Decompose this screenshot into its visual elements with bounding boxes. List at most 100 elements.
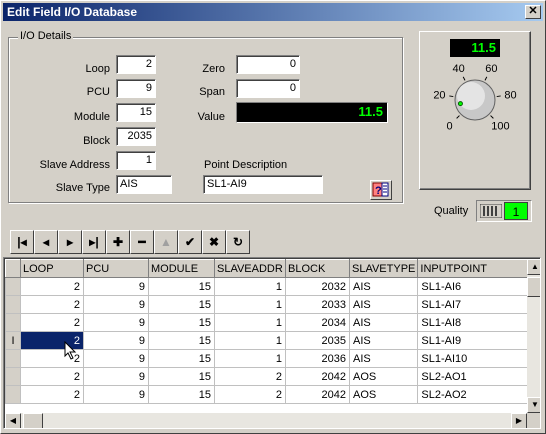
edit-record-button[interactable]: ▲ bbox=[154, 230, 178, 254]
cell-inputpoint[interactable]: SL1-AI8 bbox=[417, 313, 530, 332]
gauge-knob[interactable]: 0 20 40 60 80 100 bbox=[419, 58, 531, 148]
column-header-block[interactable]: BLOCK bbox=[285, 259, 350, 278]
cell-module[interactable]: 15 bbox=[148, 277, 215, 296]
cell-slavetype[interactable]: AIS bbox=[348, 277, 419, 296]
vertical-scroll-thumb[interactable] bbox=[527, 277, 540, 297]
cell-slavetype[interactable]: AIS bbox=[348, 295, 419, 314]
slave-address-field[interactable]: 1 bbox=[116, 151, 156, 170]
cell-module[interactable]: 15 bbox=[148, 367, 215, 386]
cell-pcu[interactable]: 9 bbox=[83, 349, 149, 368]
table-row[interactable]: 2 9 15 2 2042 AOS SL2-AO1 bbox=[5, 367, 530, 386]
cell-block[interactable]: 2036 bbox=[285, 349, 350, 368]
column-header-slavetype[interactable]: SLAVETYPE bbox=[348, 259, 419, 278]
io-data-grid[interactable]: LOOP PCU MODULE SLAVEADDR BLOCK SLAVETYP… bbox=[3, 257, 541, 429]
scroll-up-icon[interactable]: ▲ bbox=[527, 259, 540, 275]
slave-type-field[interactable]: AIS bbox=[116, 175, 172, 194]
cell-loop[interactable]: 2 bbox=[20, 313, 84, 332]
table-row[interactable]: 2 9 15 1 2036 AIS SL1-AI10 bbox=[5, 349, 530, 368]
cell-slavetype[interactable]: AIS bbox=[348, 331, 419, 350]
cell-pcu[interactable]: 9 bbox=[83, 277, 149, 296]
cancel-edit-button[interactable]: ✖ bbox=[202, 230, 226, 254]
loop-field[interactable]: 2 bbox=[116, 55, 156, 74]
cell-slaveaddr[interactable]: 1 bbox=[214, 295, 286, 314]
table-row-current[interactable]: I 2 9 15 1 2035 AIS SL1-AI9 bbox=[5, 331, 530, 350]
cell-block[interactable]: 2032 bbox=[285, 277, 350, 296]
insert-record-button[interactable]: ✚ bbox=[106, 230, 130, 254]
horizontal-scroll-thumb[interactable] bbox=[23, 413, 43, 428]
cell-inputpoint[interactable]: SL2-AO2 bbox=[417, 385, 530, 404]
table-row[interactable]: 2 9 15 1 2033 AIS SL1-AI7 bbox=[5, 295, 530, 314]
cell-slaveaddr[interactable]: 1 bbox=[214, 277, 286, 296]
cell-loop[interactable]: 2 bbox=[20, 385, 84, 404]
current-row-indicator[interactable]: I bbox=[5, 331, 21, 350]
cell-block[interactable]: 2033 bbox=[285, 295, 350, 314]
cell-block[interactable]: 2042 bbox=[285, 367, 350, 386]
cell-block[interactable]: 2034 bbox=[285, 313, 350, 332]
cell-loop[interactable]: 2 bbox=[20, 277, 84, 296]
scroll-right-icon[interactable]: ▶ bbox=[511, 413, 527, 428]
cell-pcu[interactable]: 9 bbox=[83, 331, 149, 350]
cell-module[interactable]: 15 bbox=[148, 313, 215, 332]
block-field[interactable]: 2035 bbox=[116, 127, 156, 146]
cell-module[interactable]: 15 bbox=[148, 349, 215, 368]
cell-slaveaddr[interactable]: 1 bbox=[214, 349, 286, 368]
cell-block[interactable]: 2042 bbox=[285, 385, 350, 404]
cell-slaveaddr[interactable]: 2 bbox=[214, 367, 286, 386]
column-header-pcu[interactable]: PCU bbox=[83, 259, 149, 278]
cell-slavetype[interactable]: AOS bbox=[348, 367, 419, 386]
cell-pcu[interactable]: 9 bbox=[83, 295, 149, 314]
cell-slavetype[interactable]: AIS bbox=[348, 349, 419, 368]
cell-block[interactable]: 2035 bbox=[285, 331, 350, 350]
row-indicator[interactable] bbox=[5, 367, 21, 386]
cell-pcu[interactable]: 9 bbox=[83, 313, 149, 332]
module-field[interactable]: 15 bbox=[116, 103, 156, 122]
column-header-module[interactable]: MODULE bbox=[148, 259, 215, 278]
point-description-field[interactable]: SL1-AI9 bbox=[203, 175, 323, 194]
span-field[interactable]: 0 bbox=[236, 79, 300, 98]
cell-slavetype[interactable]: AIS bbox=[348, 313, 419, 332]
vertical-scrollbar[interactable]: ▲ ▼ bbox=[527, 259, 540, 413]
delete-record-button[interactable]: ━ bbox=[130, 230, 154, 254]
next-record-button[interactable]: ▸ bbox=[58, 230, 82, 254]
zero-field[interactable]: 0 bbox=[236, 55, 300, 74]
column-header-loop[interactable]: LOOP bbox=[20, 259, 84, 278]
table-row[interactable]: 2 9 15 2 2042 AOS SL2-AO2 bbox=[5, 385, 530, 404]
scroll-left-icon[interactable]: ◀ bbox=[5, 413, 21, 428]
cell-pcu[interactable]: 9 bbox=[83, 385, 149, 404]
cell-slaveaddr[interactable]: 2 bbox=[214, 385, 286, 404]
cell-module[interactable]: 15 bbox=[148, 385, 215, 404]
row-indicator[interactable] bbox=[5, 277, 21, 296]
row-indicator[interactable] bbox=[5, 295, 21, 314]
row-indicator[interactable] bbox=[5, 385, 21, 404]
cell-inputpoint[interactable]: SL1-AI10 bbox=[417, 349, 530, 368]
scroll-down-icon[interactable]: ▼ bbox=[527, 397, 540, 413]
row-indicator[interactable] bbox=[5, 313, 21, 332]
post-edit-button[interactable]: ✔ bbox=[178, 230, 202, 254]
cell-loop[interactable]: 2 bbox=[20, 295, 84, 314]
cell-slaveaddr[interactable]: 1 bbox=[214, 331, 286, 350]
row-indicator[interactable] bbox=[5, 349, 21, 368]
cell-slavetype[interactable]: AOS bbox=[348, 385, 419, 404]
point-help-button[interactable]: ? bbox=[370, 180, 392, 200]
cell-module[interactable]: 15 bbox=[148, 295, 215, 314]
cell-pcu[interactable]: 9 bbox=[83, 367, 149, 386]
cell-inputpoint[interactable]: SL1-AI6 bbox=[417, 277, 530, 296]
last-record-button[interactable]: ▸| bbox=[82, 230, 106, 254]
column-header-slaveaddr[interactable]: SLAVEADDR bbox=[214, 259, 286, 278]
horizontal-scrollbar[interactable]: ◀ ▶ bbox=[5, 413, 527, 428]
refresh-data-button[interactable]: ↻ bbox=[226, 230, 250, 254]
cell-module[interactable]: 15 bbox=[148, 331, 215, 350]
cell-loop[interactable]: 2 bbox=[20, 367, 84, 386]
cell-inputpoint[interactable]: SL1-AI7 bbox=[417, 295, 530, 314]
cell-slaveaddr[interactable]: 1 bbox=[214, 313, 286, 332]
close-icon[interactable]: ✕ bbox=[525, 5, 541, 19]
cell-inputpoint[interactable]: SL2-AO1 bbox=[417, 367, 530, 386]
cell-inputpoint[interactable]: SL1-AI9 bbox=[417, 331, 530, 350]
pcu-field[interactable]: 9 bbox=[116, 79, 156, 98]
column-header-inputpoint[interactable]: INPUTPOINT bbox=[417, 259, 530, 278]
value-label: Value bbox=[197, 111, 225, 123]
table-row[interactable]: 2 9 15 1 2034 AIS SL1-AI8 bbox=[5, 313, 530, 332]
first-record-button[interactable]: |◂ bbox=[10, 230, 34, 254]
prior-record-button[interactable]: ◂ bbox=[34, 230, 58, 254]
table-row[interactable]: 2 9 15 1 2032 AIS SL1-AI6 bbox=[5, 277, 530, 296]
